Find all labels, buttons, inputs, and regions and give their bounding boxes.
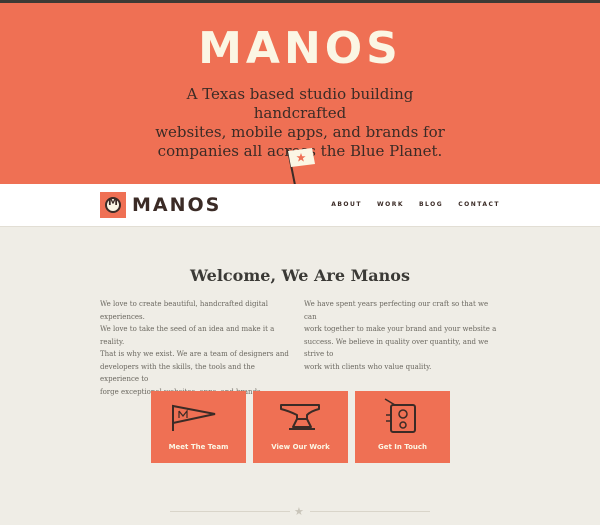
- star-icon: ★: [294, 505, 304, 518]
- welcome-title: Welcome, We Are Manos: [190, 266, 410, 285]
- intro-left-paragraph: We love to create beautiful, handcrafted…: [100, 298, 296, 398]
- intro-line: We love to create beautiful, handcrafted…: [100, 300, 268, 321]
- intro-line: work with clients who value quality.: [304, 362, 432, 371]
- intro-line: success. We believe in quality over quan…: [304, 337, 489, 359]
- logo-badge-icon[interactable]: M: [100, 192, 126, 218]
- tagline-line: websites, mobile apps, and brands for: [155, 123, 445, 141]
- get-in-touch-tile[interactable]: Get In Touch: [355, 391, 450, 463]
- nav-link-work[interactable]: WORK: [377, 201, 404, 208]
- logo-badge-letter: M: [108, 197, 118, 208]
- intro-line: That is why we exist. We are a team of d…: [100, 350, 289, 358]
- nav-link-contact[interactable]: CONTACT: [458, 201, 500, 208]
- view-our-work-tile[interactable]: View Our Work: [253, 391, 348, 463]
- main-navbar: M MANOS ABOUT WORK BLOG CONTACT: [0, 184, 600, 227]
- hero-logo: MANOS: [198, 23, 402, 74]
- nav-logo-text[interactable]: MANOS: [132, 194, 221, 216]
- pennant-icon: [172, 404, 216, 431]
- radio-icon: [384, 398, 416, 433]
- intro-line: developers with the skills, the tools an…: [100, 362, 255, 384]
- tile-label: View Our Work: [271, 443, 330, 451]
- hero-banner: MANOS A Texas based studio building hand…: [0, 3, 600, 186]
- tagline-line: A Texas based studio building handcrafte…: [186, 85, 414, 122]
- intro-right-paragraph: We have spent years perfecting our craft…: [304, 298, 500, 373]
- footer-divider-left: [170, 511, 290, 512]
- footer-divider-right: [310, 511, 430, 512]
- nav-link-about[interactable]: ABOUT: [331, 201, 362, 208]
- intro-line: We love to take the seed of an idea and …: [100, 325, 275, 346]
- nav-links: ABOUT WORK BLOG CONTACT: [331, 201, 500, 208]
- flag-star-icon: [287, 148, 315, 186]
- tile-label: Get In Touch: [377, 443, 428, 451]
- nav-link-blog[interactable]: BLOG: [419, 201, 443, 208]
- anvil-icon: [280, 404, 320, 430]
- intro-line: We have spent years perfecting our craft…: [304, 300, 489, 321]
- tile-label: Meet The Team: [168, 443, 229, 451]
- meet-the-team-tile[interactable]: Meet The Team: [151, 391, 246, 463]
- intro-line: work together to make your brand and you…: [304, 325, 497, 333]
